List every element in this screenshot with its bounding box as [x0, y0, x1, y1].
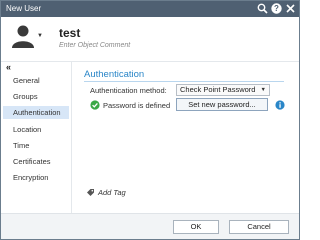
object-comment-field[interactable]: Enter Object Comment — [59, 42, 130, 49]
sidebar-item-groups[interactable]: Groups — [3, 90, 69, 103]
dialog-footer: OK Cancel — [1, 213, 299, 239]
authentication-panel: Authentication Authentication method: Ch… — [71, 61, 299, 213]
password-status-text: Password is defined — [103, 101, 171, 110]
title-bar[interactable]: New User ? — [1, 1, 299, 17]
chevron-down-icon: ▼ — [260, 87, 266, 93]
sidebar-nav: « General Groups Authentication Location… — [1, 61, 71, 213]
ok-button[interactable]: OK — [173, 220, 219, 234]
auth-method-value: Check Point Password — [180, 85, 256, 94]
check-circle-icon — [90, 100, 100, 110]
sidebar-item-certificates[interactable]: Certificates — [3, 155, 69, 168]
window-title: New User — [6, 4, 42, 13]
sidebar-item-time[interactable]: Time — [3, 139, 69, 152]
auth-method-label: Authentication method: — [90, 86, 167, 95]
sidebar-item-encryption[interactable]: Encryption — [3, 171, 69, 184]
section-title: Authentication — [84, 69, 145, 80]
close-icon[interactable] — [284, 2, 297, 15]
sidebar-item-general[interactable]: General — [3, 74, 69, 87]
info-icon[interactable] — [275, 100, 285, 110]
user-avatar-icon[interactable] — [10, 23, 36, 49]
avatar-dropdown-icon[interactable]: ▼ — [37, 33, 43, 39]
object-header: ▼ test Enter Object Comment — [1, 17, 299, 61]
section-divider — [84, 81, 284, 82]
set-new-password-button[interactable]: Set new password... — [176, 98, 268, 111]
sidebar-item-location[interactable]: Location — [3, 123, 69, 136]
help-icon[interactable]: ? — [270, 2, 283, 15]
svg-text:?: ? — [274, 4, 279, 13]
collapse-sidebar-icon[interactable]: « — [6, 62, 11, 72]
cancel-button[interactable]: Cancel — [229, 220, 289, 234]
auth-method-select[interactable]: Check Point Password ▼ — [176, 84, 270, 96]
tag-icon — [86, 188, 95, 197]
sidebar-item-authentication[interactable]: Authentication — [3, 106, 69, 119]
object-name[interactable]: test — [59, 26, 80, 40]
add-tag-label: Add Tag — [98, 188, 126, 197]
new-user-dialog: New User ? ▼ test Enter Object Comment «… — [0, 0, 300, 240]
search-icon[interactable] — [256, 2, 269, 15]
